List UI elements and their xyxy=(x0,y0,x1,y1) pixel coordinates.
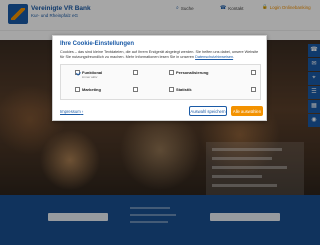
statistics-toggle[interactable] xyxy=(251,87,256,92)
imprint-link[interactable]: Impressum › xyxy=(60,109,83,114)
category-marketing[interactable]: Marketing xyxy=(75,87,101,92)
functional-sub: immer aktiv xyxy=(82,75,98,79)
imprint-label: Impressum xyxy=(60,109,81,114)
statistics-checkbox[interactable] xyxy=(169,87,174,92)
statistics-label: Statistik xyxy=(176,87,192,92)
cookie-dialog: Ihre Cookie-Einstellungen Cookies – das … xyxy=(52,35,267,121)
marketing-label: Marketing xyxy=(82,87,101,92)
dialog-text: Cookies – das sind kleine Textdateien, d… xyxy=(60,50,259,59)
marketing-checkbox[interactable] xyxy=(75,87,80,92)
chevron-right-icon: › xyxy=(81,109,84,114)
personalization-checkbox[interactable] xyxy=(169,70,174,75)
personalization-label: Personalisierung xyxy=(176,70,209,75)
dialog-title: Ihre Cookie-Einstellungen xyxy=(60,41,135,47)
privacy-link[interactable]: Datenschutzhinweisen xyxy=(195,55,233,59)
category-personalization[interactable]: Personalisierung xyxy=(169,70,208,75)
personalization-toggle[interactable] xyxy=(251,70,256,75)
marketing-toggle[interactable] xyxy=(133,87,138,92)
functional-toggle xyxy=(133,70,138,75)
cookie-categories: Funktional immer aktiv Marketing Persona… xyxy=(60,64,261,100)
category-functional: Funktional immer aktiv xyxy=(75,70,102,79)
accept-all-button[interactable]: Alle auswählen xyxy=(231,106,263,116)
save-selection-button[interactable]: Auswahl speichern xyxy=(189,106,227,116)
category-statistics[interactable]: Statistik xyxy=(169,87,192,92)
functional-checkbox xyxy=(75,70,80,75)
